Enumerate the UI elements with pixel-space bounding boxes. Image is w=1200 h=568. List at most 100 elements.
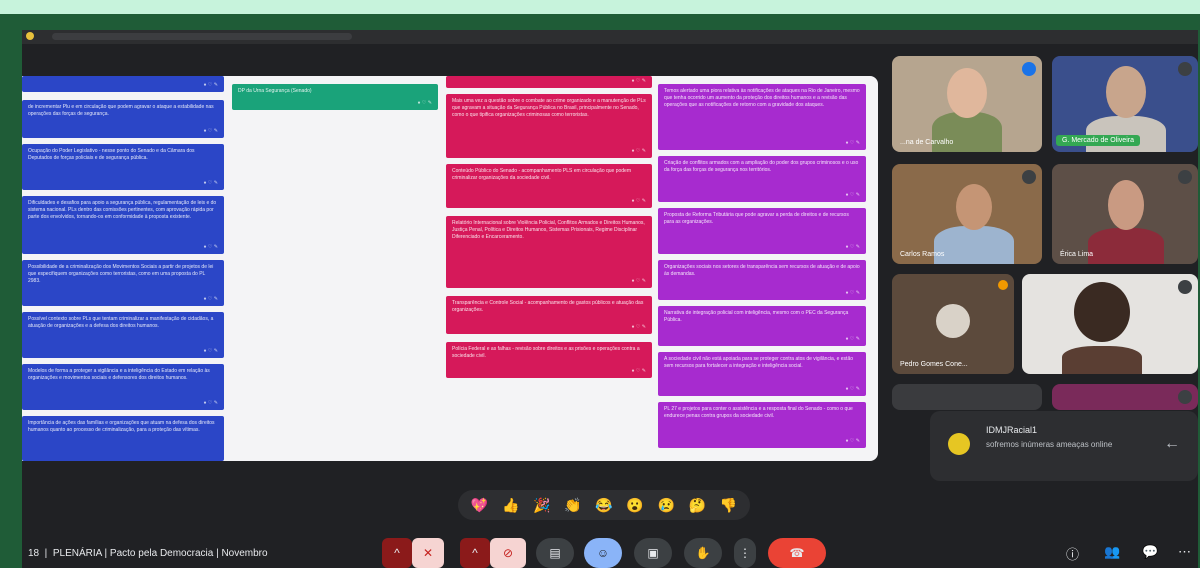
participant-face <box>1106 66 1146 118</box>
meeting-time: 18 <box>28 548 40 559</box>
participant-tile[interactable]: Carlos Ramos <box>892 164 1042 264</box>
mic-toggle-button[interactable]: ✕ <box>412 538 444 568</box>
chat-icon[interactable]: 💬 <box>1142 544 1158 560</box>
sticky-note[interactable]: Mais uma vez a questão sobre o combate a… <box>446 94 652 158</box>
sticky-note[interactable]: DP da Urna Segurança (Senado) ● ♡ ✎ <box>232 84 438 110</box>
note-meta-icons: ● ♡ ✎ <box>631 368 646 374</box>
chat-notification[interactable]: IDMJRacial1 sofremos inúmeras ameaças on… <box>930 411 1198 481</box>
sticky-note[interactable]: Importância de ações das famílias e orga… <box>22 416 224 461</box>
reactions-bar: 💖 👍 🎉 👏 😂 😮 😢 🤔 👎 <box>458 490 750 520</box>
note-meta-icons: ● ♡ ✎ <box>845 386 860 392</box>
note-text: Polícia Federal e as falhas - revisão so… <box>452 346 640 359</box>
thumbs-up-reaction-icon[interactable]: 👍 <box>502 497 519 514</box>
sticky-note[interactable]: de incrementar Plu e em circulação que p… <box>22 100 224 138</box>
participant-tile[interactable] <box>892 384 1042 410</box>
meet-screen: ● ♡ ✎ de incrementar Plu e em circulação… <box>22 30 1198 568</box>
sticky-note[interactable]: A sociedade civil não está apoiada para … <box>658 352 866 396</box>
clap-reaction-icon[interactable]: 👏 <box>564 497 581 514</box>
note-meta-icons: ● ♡ ✎ <box>417 100 432 106</box>
participant-tile[interactable] <box>1022 274 1198 374</box>
camera-toggle-button[interactable]: ⊘ <box>490 538 526 568</box>
sticky-note[interactable]: Possível contexto sobre PLs que tentam c… <box>22 312 224 358</box>
sticky-note[interactable]: ● ♡ ✎ <box>446 76 652 88</box>
participant-face <box>947 68 987 118</box>
more-options-button[interactable]: ⋮ <box>734 538 756 568</box>
note-meta-icons: ● ♡ ✎ <box>631 324 646 330</box>
sticky-note[interactable]: Organizações sociais nos setores de tran… <box>658 260 866 300</box>
sticky-note[interactable]: Proposta de Reforma Tributária que pode … <box>658 208 866 254</box>
sticky-note[interactable]: ● ♡ ✎ <box>22 76 224 92</box>
people-icon[interactable]: 👥 <box>1104 544 1120 560</box>
participant-tile[interactable]: Érica Lima <box>1052 164 1198 264</box>
note-meta-icons: ● ♡ ✎ <box>203 400 218 406</box>
blurred-header <box>52 33 352 40</box>
thinking-reaction-icon[interactable]: 🤔 <box>689 497 706 514</box>
activities-icon[interactable]: ⋯ <box>1178 544 1191 560</box>
note-meta-icons: ● ♡ ✎ <box>203 244 218 250</box>
leave-call-button[interactable]: ☎ <box>768 538 826 568</box>
note-meta-icons: ● ♡ ✎ <box>845 140 860 146</box>
sticky-note[interactable]: Temos alertado uma piora relativa às not… <box>658 84 866 150</box>
note-text: Dificuldades e desafios para apoio a seg… <box>28 200 217 220</box>
info-icon[interactable]: ⓘ <box>1066 544 1079 563</box>
note-meta-icons: ● ♡ ✎ <box>631 278 646 284</box>
note-text: Possibilidade de a criminalização dos Mo… <box>28 264 214 284</box>
sticky-note[interactable]: Narrativa de integração policial com int… <box>658 306 866 346</box>
present-button[interactable]: ▣ <box>634 538 672 568</box>
note-text: Relatório Internacional sobre Violência … <box>452 220 645 240</box>
shared-board: ● ♡ ✎ de incrementar Plu e em circulação… <box>22 76 878 461</box>
participant-name: Pedro Gomes Cone... <box>900 361 968 368</box>
participant-face <box>1074 282 1130 342</box>
sticky-note[interactable]: Criação de conflitos armados com a ampli… <box>658 156 866 202</box>
mic-off-icon <box>1178 280 1192 294</box>
chat-avatar <box>948 433 970 455</box>
sticky-note[interactable]: Conteúdo Público do Senado - acompanhame… <box>446 164 652 208</box>
participant-tile[interactable]: G. Mercado de Oliveira <box>1052 56 1198 152</box>
participant-tile[interactable]: ...na de Carvalho <box>892 56 1042 152</box>
mic-off-icon <box>1178 390 1192 404</box>
heart-reaction-icon[interactable]: 💖 <box>471 497 488 514</box>
top-strip <box>22 30 1198 44</box>
avatar <box>936 304 970 338</box>
participant-tile[interactable] <box>1052 384 1198 410</box>
camera-options-button[interactable]: ^ <box>460 538 490 568</box>
sticky-note[interactable]: Modelos de forma a proteger a vigilância… <box>22 364 224 410</box>
sticky-note[interactable]: Polícia Federal e as falhas - revisão so… <box>446 342 652 378</box>
note-text: Importância de ações das famílias e orga… <box>28 420 215 433</box>
raised-hand-icon <box>998 280 1008 290</box>
raise-hand-button[interactable]: ✋ <box>684 538 722 568</box>
sticky-note[interactable]: PL 27 e projetos para conter o assistênc… <box>658 402 866 448</box>
note-text: PL 27 e projetos para conter o assistênc… <box>664 406 853 419</box>
participant-name: G. Mercado de Oliveira <box>1056 135 1140 146</box>
note-text: Transparência e Controle Social - acompa… <box>452 300 644 313</box>
reply-arrow-icon[interactable]: ← <box>1164 435 1180 453</box>
laugh-reaction-icon[interactable]: 😂 <box>595 497 612 514</box>
note-text: Ocupação do Poder Legislativo - nesse po… <box>28 148 195 161</box>
speaking-icon <box>1022 62 1036 76</box>
participant-name: Érica Lima <box>1060 251 1094 258</box>
participant-tile[interactable]: Pedro Gomes Cone... <box>892 274 1014 374</box>
mic-options-button[interactable]: ^ <box>382 538 412 568</box>
emoji-button[interactable]: ☺ <box>584 538 622 568</box>
sticky-note[interactable]: Dificuldades e desafios para apoio a seg… <box>22 196 224 254</box>
captions-button[interactable]: ▤ <box>536 538 574 568</box>
sad-reaction-icon[interactable]: 😢 <box>657 497 674 514</box>
note-text: Organizações sociais nos setores de tran… <box>664 264 860 277</box>
thumbs-down-reaction-icon[interactable]: 👎 <box>720 497 737 514</box>
meeting-title: 18 | PLENÁRIA | Pacto pela Democracia | … <box>28 548 268 559</box>
note-text: Proposta de Reforma Tributária que pode … <box>664 212 849 225</box>
meeting-name: PLENÁRIA | Pacto pela Democracia | Novem… <box>52 548 268 559</box>
participant-figure <box>934 226 1014 264</box>
sticky-note[interactable]: Ocupação do Poder Legislativo - nesse po… <box>22 144 224 190</box>
surprised-reaction-icon[interactable]: 😮 <box>626 497 643 514</box>
sticky-note[interactable]: Transparência e Controle Social - acompa… <box>446 296 652 334</box>
note-meta-icons: ● ♡ ✎ <box>631 198 646 204</box>
note-meta-icons: ● ♡ ✎ <box>845 192 860 198</box>
participant-name: ...na de Carvalho <box>900 139 954 146</box>
participant-name: Carlos Ramos <box>900 251 945 258</box>
party-reaction-icon[interactable]: 🎉 <box>533 497 550 514</box>
participant-face <box>1108 180 1144 230</box>
sticky-note[interactable]: Relatório Internacional sobre Violência … <box>446 216 652 288</box>
note-text: DP da Urna Segurança (Senado) <box>238 88 312 94</box>
sticky-note[interactable]: Possibilidade de a criminalização dos Mo… <box>22 260 224 306</box>
